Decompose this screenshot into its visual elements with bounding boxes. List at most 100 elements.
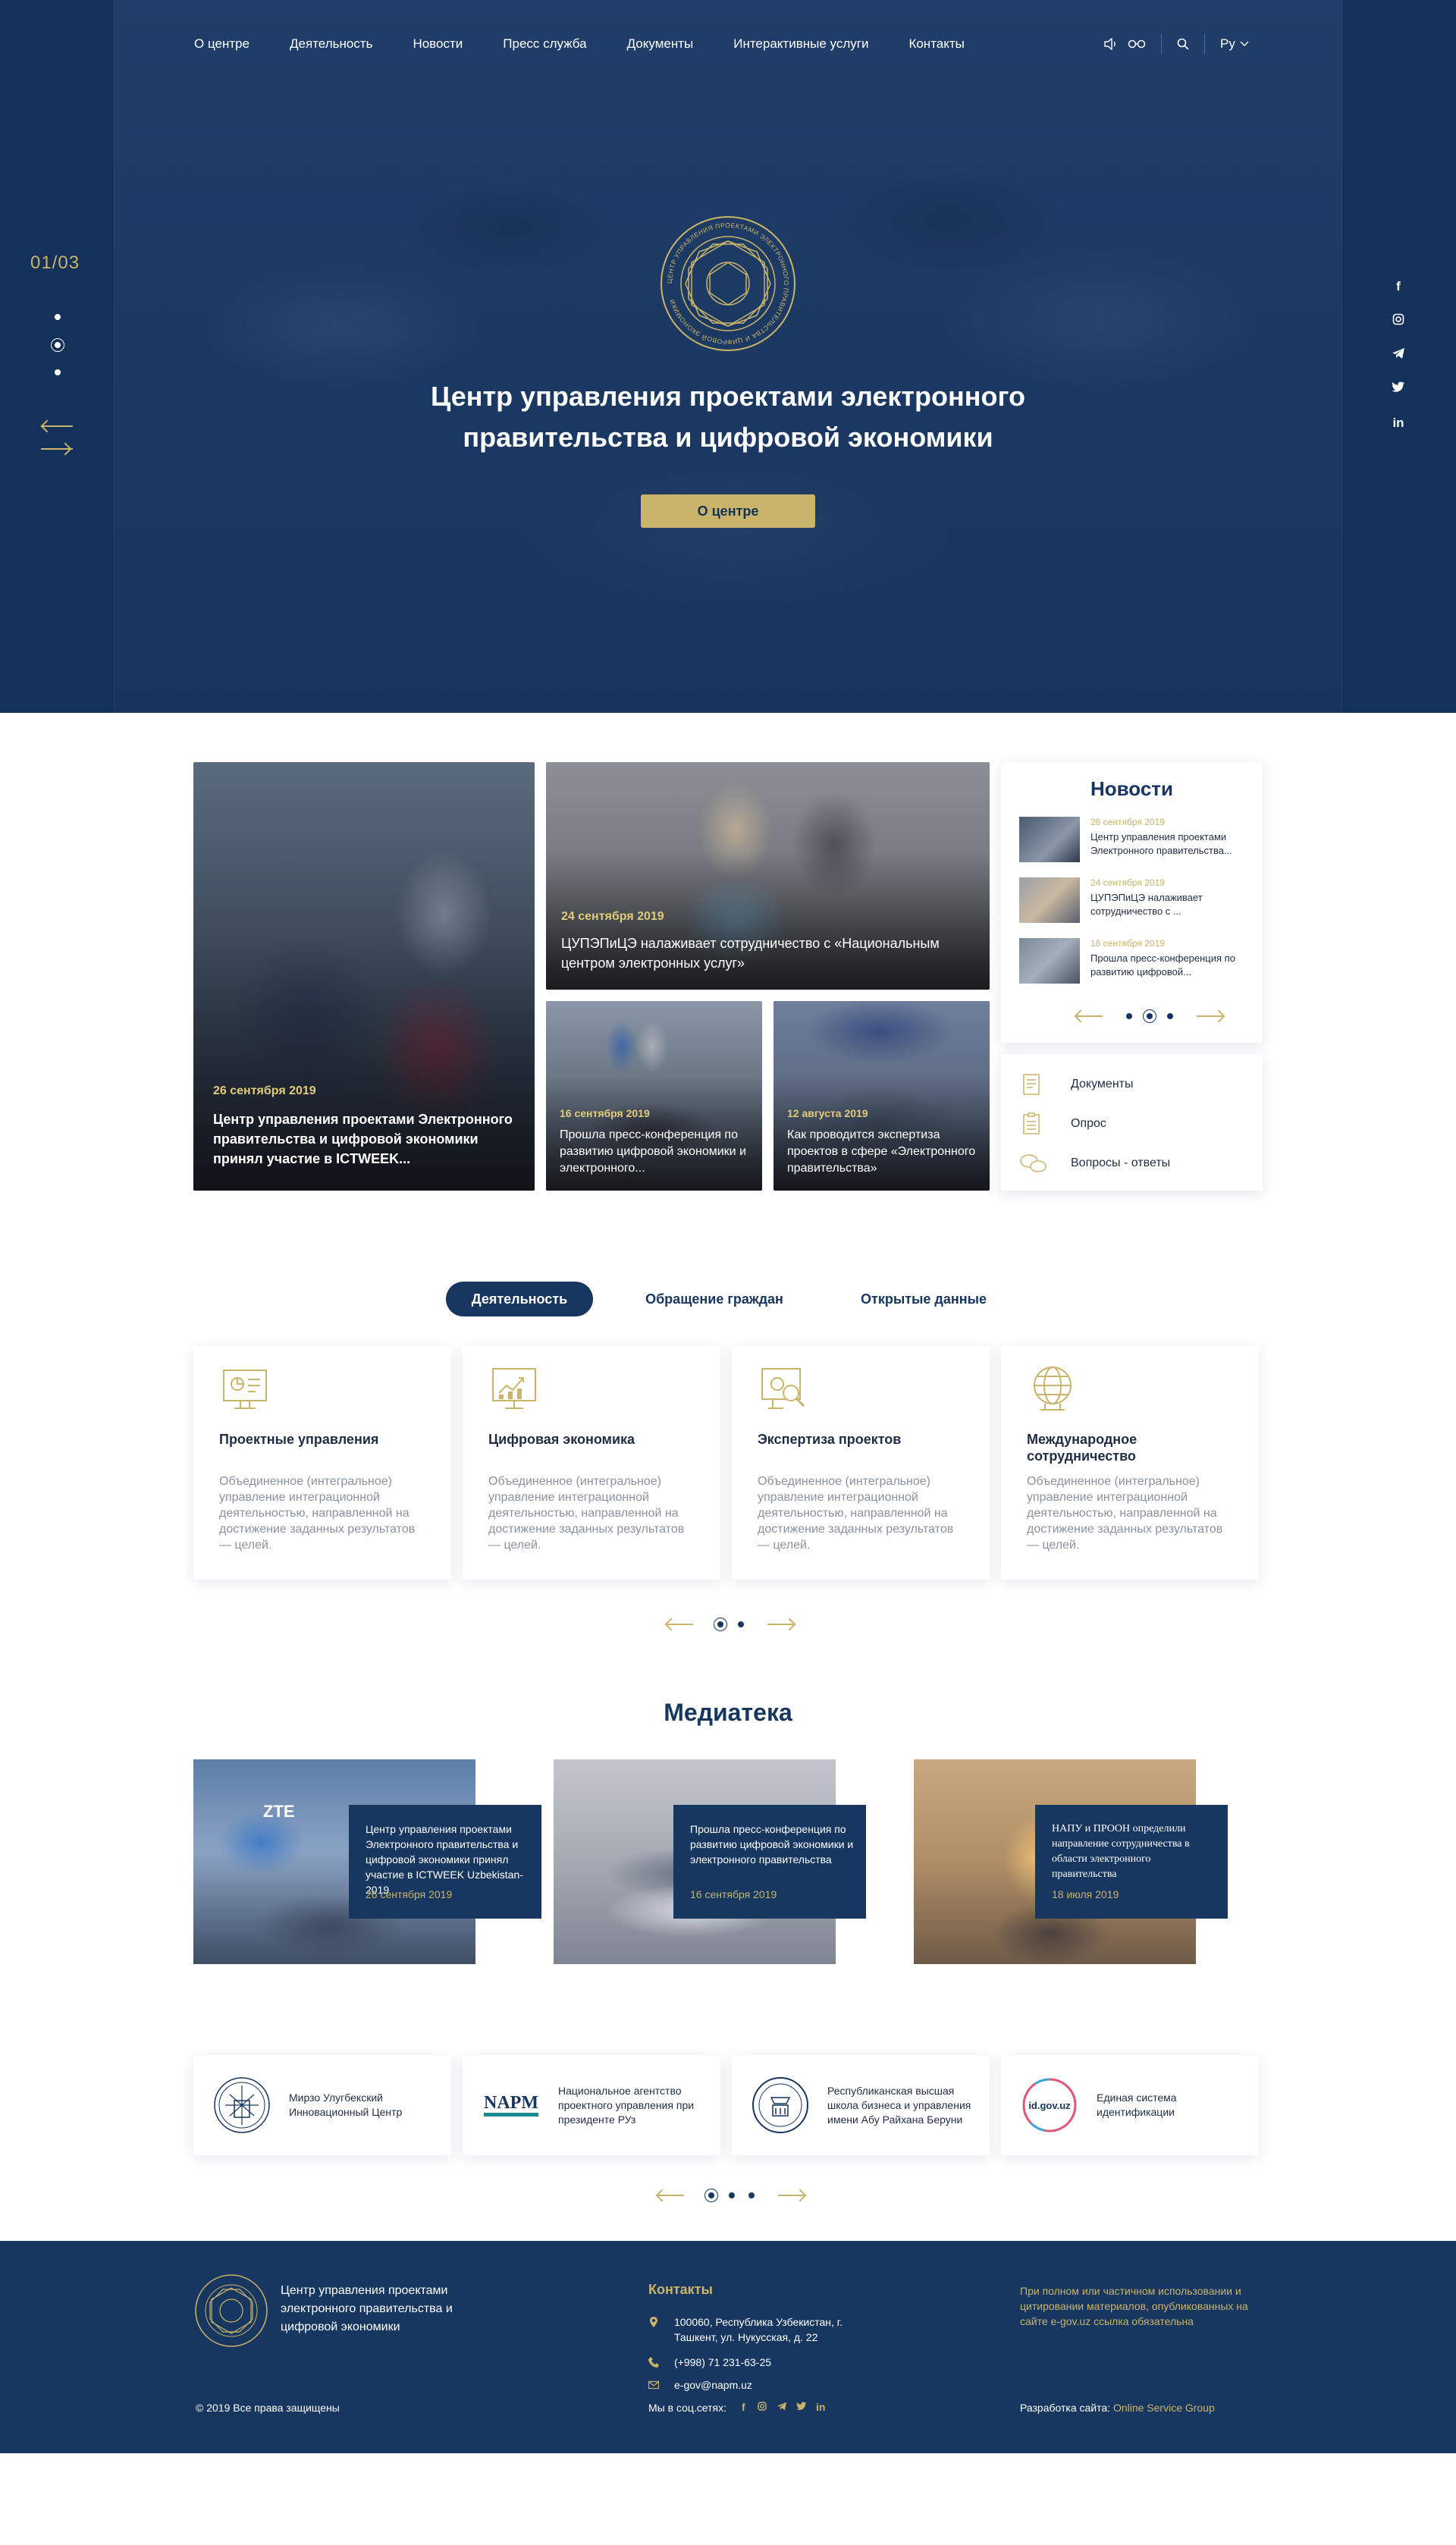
footer-email[interactable]: e-gov@napm.uz	[648, 2377, 752, 2393]
quick-link-label: Опрос	[1071, 1117, 1106, 1130]
media-caption-box[interactable]: Центр управления проектами Электронного …	[349, 1805, 541, 1919]
hero-social-links: f in	[1389, 279, 1407, 450]
pager-dot[interactable]	[748, 2192, 755, 2198]
media-caption: Прошла пресс-конференция по развитию циф…	[690, 1823, 854, 1866]
next-arrow-icon[interactable]	[778, 2195, 804, 2196]
news-panel-item[interactable]: 24 сентября 2019 ЦУПЭПиЦЭ налаживает сот…	[1019, 877, 1262, 927]
media-sign-text: ZTE	[263, 1802, 295, 1821]
news-card-featured[interactable]: 26 сентября 2019 Центр управления проект…	[193, 762, 535, 1191]
news-date: 12 августа 2019	[787, 1107, 868, 1119]
glasses-icon[interactable]	[1128, 33, 1146, 55]
instagram-icon[interactable]	[758, 2401, 767, 2413]
activity-text: Объединенное (интегральное) управление и…	[758, 1475, 954, 1552]
pager-dot-active[interactable]	[1143, 1009, 1156, 1023]
pager-dot-active[interactable]	[704, 2189, 718, 2202]
quick-link-survey[interactable]: Опрос	[1019, 1109, 1106, 1139]
footer: Центр управления проектами электронного …	[0, 2241, 1456, 2453]
next-arrow-icon[interactable]	[767, 1624, 793, 1625]
partner-card[interactable]: NAPM Национальное агентство проектного у…	[463, 2055, 720, 2155]
news-date: 26 сентября 2019	[213, 1084, 316, 1097]
innovation-center-logo	[214, 2077, 270, 2133]
tab-activity[interactable]: Деятельность	[446, 1282, 593, 1316]
news-card-small[interactable]: 16 сентября 2019 Прошла пресс-конференци…	[546, 1001, 762, 1191]
news-card-small[interactable]: 12 августа 2019 Как проводится экспертиз…	[774, 1001, 990, 1191]
speaker-icon[interactable]	[1103, 33, 1119, 55]
quick-links-panel: Документы Опрос Вопросы - ответы	[1001, 1054, 1263, 1191]
activity-text: Объединенное (интегральное) управление и…	[488, 1475, 685, 1552]
media-caption: НАПУ и ПРООН определили направление сотр…	[1052, 1823, 1190, 1880]
activity-card[interactable]: Экспертиза проектов Объединенное (интегр…	[732, 1346, 990, 1580]
svg-text:id.gov.uz: id.gov.uz	[1028, 2100, 1071, 2111]
hero-overlay	[0, 0, 1456, 713]
nav-item-contacts[interactable]: Контакты	[908, 36, 964, 52]
news-panel-item[interactable]: 16 сентября 2019 Прошла пресс-конференци…	[1019, 938, 1262, 988]
twitter-icon[interactable]	[1389, 381, 1407, 400]
partner-card[interactable]: id.gov.uz Единая система идентификации	[1001, 2055, 1259, 2155]
pager-dot[interactable]	[1126, 1013, 1132, 1019]
prev-arrow-icon[interactable]	[667, 1624, 693, 1625]
partner-card[interactable]: Республиканская высшая школа бизнеса и у…	[732, 2055, 990, 2155]
news-title: Прошла пресс-конференция по развитию циф…	[560, 1128, 746, 1175]
slide-prev-arrow[interactable]	[38, 419, 76, 434]
footer-developer-link[interactable]: Online Service Group	[1113, 2402, 1215, 2414]
prev-arrow-icon[interactable]	[1077, 1015, 1103, 1017]
nav-item-news[interactable]: Новости	[413, 36, 463, 52]
quick-link-faq[interactable]: Вопросы - ответы	[1019, 1148, 1170, 1178]
activity-card[interactable]: Международное сотрудничество Объединенно…	[1001, 1346, 1259, 1580]
tab-citizen-appeals[interactable]: Обращение граждан	[629, 1282, 799, 1316]
slide-counter: 01/03	[30, 253, 80, 273]
document-icon	[1023, 1074, 1040, 1095]
slide-dot[interactable]	[55, 314, 61, 320]
activity-title: Проектные управления	[219, 1432, 379, 1447]
nav-item-documents[interactable]: Документы	[627, 36, 694, 52]
language-select[interactable]: Ру	[1220, 33, 1249, 55]
activity-title: Цифровая экономика	[488, 1432, 635, 1447]
footer-title: Центр управления проектами электронного …	[281, 2284, 453, 2333]
news-panel-text: Прошла пресс-конференция по развитию циф…	[1090, 952, 1235, 978]
instagram-icon[interactable]	[1389, 313, 1407, 331]
globe-icon	[1034, 1367, 1072, 1411]
search-icon[interactable]	[1177, 33, 1189, 55]
telegram-icon[interactable]	[777, 2401, 787, 2413]
linkedin-icon[interactable]: in	[816, 2401, 825, 2413]
pager-dot-active[interactable]	[714, 1618, 727, 1631]
footer-emblem-logo	[195, 2274, 268, 2347]
nav-item-services[interactable]: Интерактивные услуги	[733, 36, 868, 52]
facebook-icon[interactable]: f	[742, 2401, 745, 2413]
next-arrow-icon[interactable]	[1197, 1015, 1222, 1017]
news-title: Центр управления проектами Электронного …	[213, 1112, 513, 1166]
tab-open-data[interactable]: Открытые данные	[842, 1282, 1006, 1316]
pager-dot[interactable]	[738, 1621, 744, 1627]
prev-arrow-icon[interactable]	[658, 2195, 684, 2196]
footer-phone[interactable]: (+998) 71 231-63-25	[648, 2355, 771, 2370]
twitter-icon[interactable]	[796, 2401, 807, 2413]
quick-link-documents[interactable]: Документы	[1019, 1069, 1133, 1100]
footer-address: 100060, Республика Узбекистан, г. Ташкен…	[648, 2314, 891, 2345]
activity-card[interactable]: Проектные управления Объединенное (интег…	[193, 1346, 451, 1580]
slide-next-arrow[interactable]	[38, 441, 76, 457]
nav-item-activity[interactable]: Деятельность	[290, 36, 372, 52]
linkedin-icon[interactable]: in	[1389, 416, 1407, 434]
telegram-icon[interactable]	[1389, 347, 1407, 366]
news-card-top[interactable]: 24 сентября 2019 ЦУПЭПиЦЭ налаживает сот…	[546, 762, 990, 990]
media-caption-box[interactable]: НАПУ и ПРООН определили направление сотр…	[1035, 1805, 1228, 1919]
about-center-button[interactable]: О центре	[641, 494, 815, 528]
partners-pager	[658, 2189, 804, 2202]
nav-item-press[interactable]: Пресс служба	[503, 36, 586, 52]
footer-contacts-title: Контакты	[648, 2282, 713, 2297]
news-panel: Новости 26 сентября 2019 Центр управлени…	[1001, 762, 1263, 1043]
language-label: Ру	[1220, 36, 1235, 51]
nav-item-about[interactable]: О центре	[194, 36, 249, 52]
news-thumbnail	[1019, 817, 1080, 862]
slide-dot[interactable]	[55, 369, 61, 375]
chat-bubbles-icon	[1020, 1154, 1046, 1172]
activity-card[interactable]: Цифровая экономика Объединенное (интегра…	[463, 1346, 720, 1580]
facebook-icon[interactable]: f	[1389, 279, 1407, 297]
news-panel-item[interactable]: 26 сентября 2019 Центр управления проект…	[1019, 817, 1262, 867]
media-date: 26 сентября 2019	[366, 1888, 453, 1900]
pager-dot[interactable]	[729, 2192, 735, 2198]
pager-dot[interactable]	[1167, 1013, 1173, 1019]
partner-card[interactable]: Мирзо Улугбекский Инновационный Центр	[193, 2055, 451, 2155]
media-caption-box[interactable]: Прошла пресс-конференция по развитию циф…	[673, 1805, 866, 1919]
slide-dot-active[interactable]	[51, 338, 64, 352]
